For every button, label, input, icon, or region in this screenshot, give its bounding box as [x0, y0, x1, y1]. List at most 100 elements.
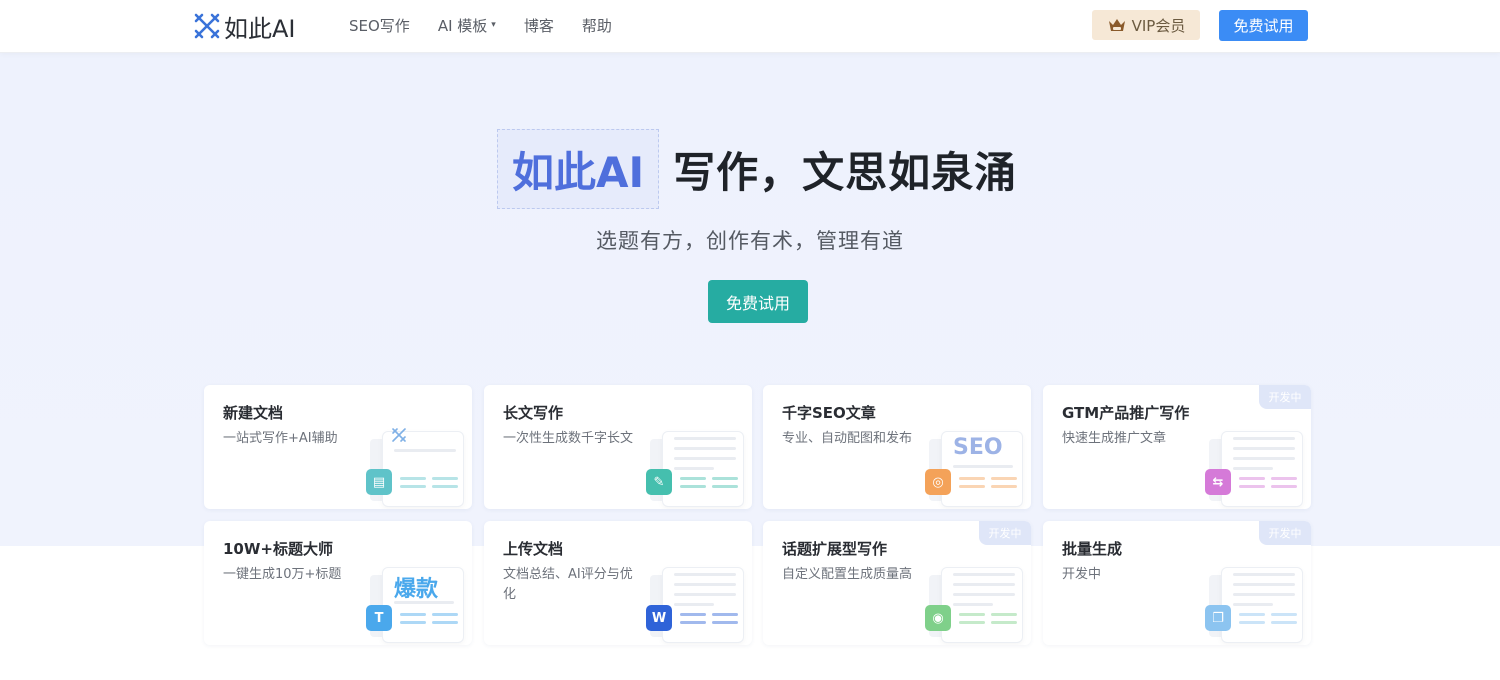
logo-text: 如此AI: [224, 14, 296, 43]
accent-bar: [400, 477, 426, 480]
free-trial-button-hero[interactable]: 免费试用: [708, 280, 808, 323]
doc-line: [1233, 457, 1295, 460]
logo[interactable]: 如此AI: [192, 10, 296, 43]
feature-card[interactable]: 话题扩展型写作自定义配置生成质量高 开发中 ◉: [763, 521, 1031, 645]
card-title: 千字SEO文章: [782, 404, 876, 422]
nav-label: SEO写作: [349, 16, 410, 35]
in-development-badge: 开发中: [1259, 521, 1311, 545]
accent-bar: [712, 621, 738, 624]
accent-bar: [680, 621, 706, 624]
card-title: 话题扩展型写作: [782, 540, 888, 558]
accent-bar: [712, 613, 738, 616]
accent-bar: [991, 477, 1017, 480]
accent-bar: [1271, 477, 1297, 480]
card-illustration: ❐: [1203, 561, 1311, 645]
feather-icon: ✎: [646, 469, 672, 495]
doc-line: [953, 573, 1015, 576]
doc-line: [394, 449, 456, 452]
accent-bar: [712, 485, 738, 488]
nav-seo-writing[interactable]: SEO写作: [349, 15, 410, 36]
doc-line: [674, 573, 736, 576]
card-description: 一次性生成数千字长文: [503, 431, 634, 446]
accent-bar: [959, 621, 985, 624]
accent-bar: [1239, 613, 1265, 616]
card-description: 开发中: [1062, 567, 1102, 582]
crown-icon: [1108, 19, 1125, 31]
promotion-icon: ⇆: [1205, 469, 1231, 495]
accent-bar: [991, 621, 1017, 624]
accent-bar: [400, 613, 426, 616]
feature-card[interactable]: 千字SEO文章专业、自动配图和发布 SEO ◎: [763, 385, 1031, 509]
nav-blog[interactable]: 博客: [524, 15, 554, 36]
accent-bar: [1239, 477, 1265, 480]
doc-line: [953, 465, 1013, 468]
accent-bar: [432, 485, 458, 488]
card-illustration: SEO ◎: [923, 425, 1031, 509]
hero-subtitle: 选题有方，创作有术，管理有道: [596, 229, 904, 253]
logo-mark-icon: [392, 428, 406, 442]
card-title: 新建文档: [223, 404, 284, 422]
card-description: 一站式写作+AI辅助: [223, 431, 338, 446]
accent-bar: [1271, 485, 1297, 488]
card-description: 快速生成推广文章: [1062, 431, 1167, 446]
nav-label: AI 模板: [437, 16, 488, 35]
card-illustration: ✎: [644, 425, 752, 509]
doc-line: [674, 593, 736, 596]
doc-line: [953, 603, 993, 606]
free-trial-button-header[interactable]: 免费试用: [1219, 10, 1308, 41]
feature-card[interactable]: 上传文档 文档总结、AI评分与优化 W: [484, 521, 752, 645]
nav-label: 博客: [523, 16, 554, 35]
accent-bar: [680, 477, 706, 480]
card-title: 批量生成: [1062, 540, 1123, 558]
accent-bar: [432, 613, 458, 616]
doc-line: [1233, 603, 1273, 606]
nav-help[interactable]: 帮助: [582, 15, 612, 36]
card-description: 专业、自动配图和发布: [782, 431, 913, 446]
accent-bar: [959, 613, 985, 616]
doc-line: [1233, 437, 1295, 440]
in-development-badge: 开发中: [979, 521, 1031, 545]
accent-bar: [432, 621, 458, 624]
accent-bar: [680, 485, 706, 488]
card-title: 长文写作: [503, 404, 564, 422]
hero-brand: 如此AI: [497, 129, 660, 209]
word-icon: W: [646, 605, 672, 631]
accent-bar: [400, 485, 426, 488]
logo-mark-icon: [194, 13, 220, 39]
accent-bar: [959, 485, 985, 488]
card-title: 10W+标题大师: [223, 540, 333, 558]
feature-card[interactable]: 长文写作一次性生成数千字长文 ✎: [484, 385, 752, 509]
card-description: 自定义配置生成质量高: [782, 567, 913, 582]
accent-bar: [959, 477, 985, 480]
main-nav: SEO写作 AI 模板 ▾ 博客 帮助: [349, 0, 640, 50]
accent-bar: [400, 621, 426, 624]
card-illustration: ▤: [364, 425, 472, 509]
feature-card[interactable]: 10W+标题大师 一键生成10万+标题 爆款 T: [204, 521, 472, 645]
card-big-word: 爆款: [394, 577, 439, 602]
doc-line: [674, 467, 714, 470]
topic-icon: ◉: [925, 605, 951, 631]
accent-bar: [1239, 485, 1265, 488]
vip-member-button[interactable]: VIP会员: [1092, 10, 1200, 40]
top-header: 如此AI SEO写作 AI 模板 ▾ 博客 帮助 VIP会员 免费试用: [0, 0, 1500, 53]
batch-icon: ❐: [1205, 605, 1231, 631]
card-illustration: ⇆: [1203, 425, 1311, 509]
nav-ai-templates[interactable]: AI 模板 ▾: [438, 15, 496, 36]
feature-card[interactable]: GTM产品推广写作 快速生成推广文章 开发中 ⇆: [1043, 385, 1311, 509]
doc-line: [1233, 583, 1295, 586]
doc-line: [1233, 573, 1295, 576]
doc-line: [674, 457, 736, 460]
hero-slogan: 写作，文思如泉涌: [673, 147, 1018, 197]
accent-bar: [680, 613, 706, 616]
document-icon: ▤: [366, 469, 392, 495]
card-illustration: ◉: [923, 561, 1031, 645]
chevron-down-icon: ▾: [491, 20, 496, 30]
doc-line: [1233, 593, 1295, 596]
doc-line: [394, 601, 454, 604]
card-title: GTM产品推广写作: [1062, 404, 1190, 422]
feature-card[interactable]: 新建文档一站式写作+AI辅助 ▤: [204, 385, 472, 509]
doc-line: [1233, 467, 1273, 470]
doc-line: [674, 603, 714, 606]
feature-card[interactable]: 批量生成 开发中 开发中 ❐: [1043, 521, 1311, 645]
card-illustration: 爆款 T: [364, 561, 472, 645]
